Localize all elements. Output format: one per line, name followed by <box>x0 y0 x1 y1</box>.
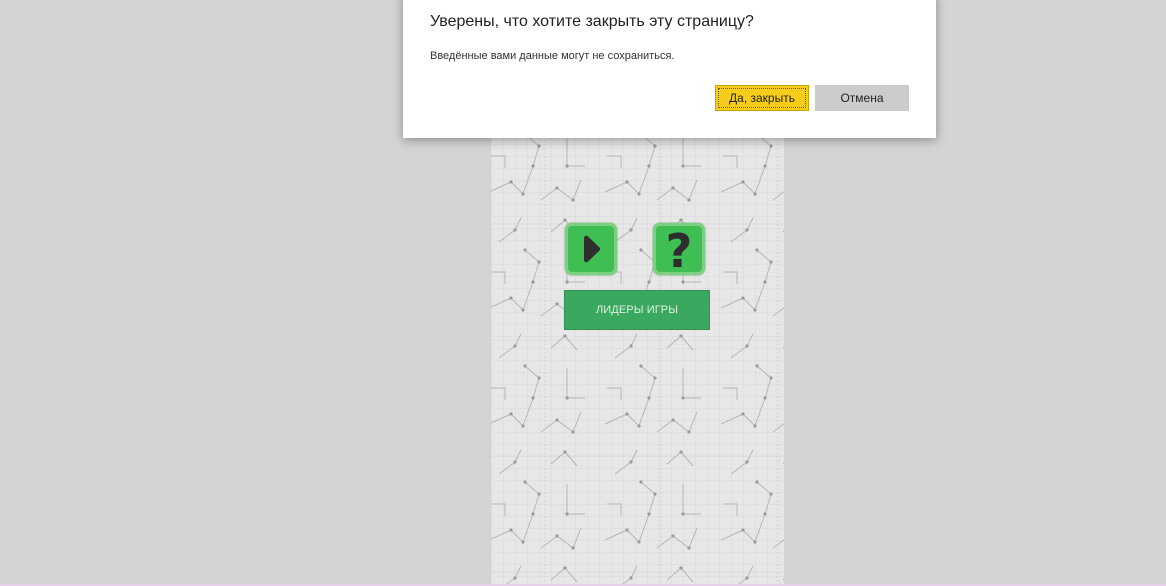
play-button[interactable] <box>565 223 617 275</box>
confirm-close-button[interactable]: Да, закрыть <box>715 85 809 111</box>
browser-viewport: ? ЛИДЕРЫ ИГРЫ Уверены, что хотите закрыт… <box>0 0 1166 586</box>
play-icon <box>584 235 601 263</box>
focus-ring <box>718 88 806 108</box>
leaderboard-button[interactable]: ЛИДЕРЫ ИГРЫ <box>564 290 710 330</box>
dialog-message: Введённые вами данные могут не сохранить… <box>430 50 675 62</box>
leave-page-dialog: Уверены, что хотите закрыть эту страницу… <box>403 0 936 138</box>
question-mark-icon: ? <box>665 224 693 278</box>
cancel-button[interactable]: Отмена <box>815 85 909 111</box>
dialog-title: Уверены, что хотите закрыть эту страницу… <box>430 13 754 30</box>
help-button[interactable]: ? <box>653 223 705 278</box>
